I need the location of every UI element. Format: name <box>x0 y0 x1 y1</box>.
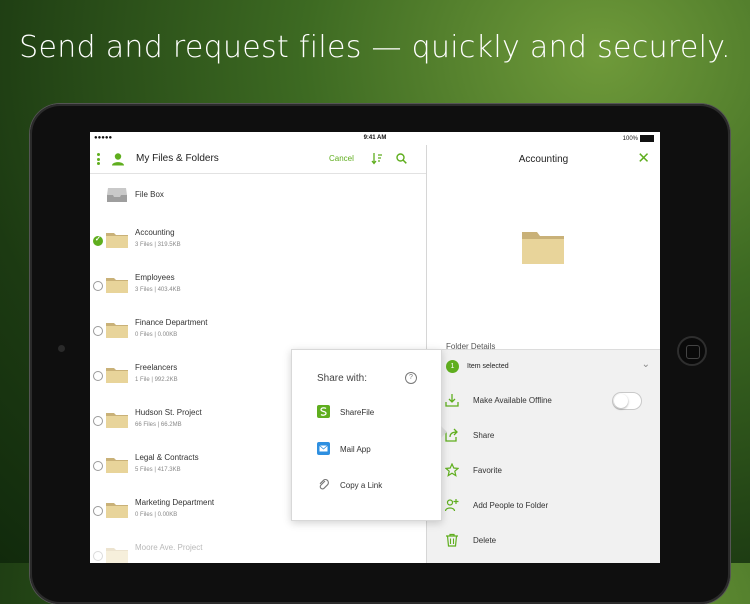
action-label: Add People to Folder <box>473 501 549 510</box>
user-icon[interactable] <box>111 152 125 166</box>
share-option-label: ShareFile <box>340 408 375 417</box>
item-name: File Box <box>135 190 164 199</box>
share-option-mail-app[interactable]: Mail App <box>292 435 441 463</box>
star-icon <box>445 463 459 477</box>
item-meta: 1 File | 992.2KB <box>135 377 178 383</box>
popover-title: Share with: <box>317 373 368 384</box>
action-label: Share <box>473 431 495 440</box>
cancel-button[interactable]: Cancel <box>329 154 354 163</box>
item-name: Finance Department <box>135 318 208 327</box>
item-meta: 0 Files | 0.00KB <box>135 512 178 518</box>
select-checkbox[interactable] <box>93 506 103 516</box>
action-delete[interactable]: Delete <box>427 526 660 556</box>
item-name: Employees <box>135 273 175 282</box>
file-box-icon <box>107 188 127 202</box>
select-checkbox[interactable] <box>93 551 103 561</box>
item-name: Legal & Contracts <box>135 453 199 462</box>
list-item-employees[interactable]: Employees 3 Files | 403.4KB <box>90 262 426 307</box>
close-icon[interactable]: ✕ <box>637 151 650 166</box>
select-checkbox[interactable] <box>93 461 103 471</box>
status-bar: ●●●●● 9:41 AM 100% <box>90 132 660 145</box>
selection-label: Item selected <box>467 363 509 370</box>
share-popover: Share with: ? ShareFile Mail App Copy a … <box>291 349 447 521</box>
sharefile-icon <box>317 405 330 418</box>
item-meta: 66 Files | 66.2MB <box>135 422 182 428</box>
item-meta: 3 Files | 319.5KB <box>135 242 181 248</box>
folder-icon <box>106 503 128 518</box>
more-menu-icon[interactable] <box>97 153 100 165</box>
action-share[interactable]: Share <box>427 421 660 451</box>
battery-indicator: 100% <box>623 135 654 142</box>
action-label: Favorite <box>473 466 502 475</box>
panel-title: My Files & Folders <box>136 153 219 164</box>
chevron-down-icon[interactable]: ⌄ <box>642 359 650 370</box>
share-option-copy-link[interactable]: Copy a Link <box>292 471 441 499</box>
add-person-icon <box>445 499 459 512</box>
selected-checkbox[interactable] <box>93 235 103 246</box>
folder-icon <box>106 233 128 248</box>
detail-title: Accounting <box>518 154 569 165</box>
share-option-label: Copy a Link <box>340 481 383 490</box>
folder-icon <box>106 323 128 338</box>
item-meta: 0 Files | 0.00KB <box>135 332 178 338</box>
share-option-sharefile[interactable]: ShareFile <box>292 398 441 426</box>
item-name: Freelancers <box>135 363 178 372</box>
file-list-toolbar: My Files & Folders Cancel <box>90 145 426 174</box>
item-name: Accounting <box>135 228 175 237</box>
battery-icon <box>640 135 654 142</box>
download-icon <box>445 394 459 407</box>
action-label: Make Available Offline <box>473 396 552 405</box>
help-icon[interactable]: ? <box>405 372 417 384</box>
headline: Send and request files — quickly and sec… <box>19 30 731 65</box>
large-folder-icon <box>522 232 564 264</box>
popover-arrow <box>441 426 447 438</box>
folder-icon <box>106 278 128 293</box>
share-option-label: Mail App <box>340 445 371 454</box>
action-make-offline[interactable]: Make Available Offline <box>427 386 660 416</box>
selection-count-badge: 1 <box>446 360 459 373</box>
select-checkbox[interactable] <box>93 326 103 336</box>
item-name: Hudson St. Project <box>135 408 202 417</box>
item-meta: 3 Files | 403.4KB <box>135 287 181 293</box>
list-item-finance-department[interactable]: Finance Department 0 Files | 0.00KB <box>90 307 426 352</box>
item-name: Marketing Department <box>135 498 215 507</box>
action-favorite[interactable]: Favorite <box>427 456 660 486</box>
folder-icon <box>106 548 128 563</box>
item-meta: 5 Files | 417.3KB <box>135 467 181 473</box>
select-checkbox[interactable] <box>93 371 103 381</box>
list-item-file-box[interactable]: File Box <box>90 172 426 217</box>
list-item-moore-ave-project[interactable]: Moore Ave. Project <box>90 532 426 563</box>
item-name: Moore Ave. Project <box>135 543 203 552</box>
selection-header[interactable]: 1 Item selected ⌄ <box>427 350 660 382</box>
list-item-accounting[interactable]: Accounting 3 Files | 319.5KB <box>90 217 426 262</box>
app-screen: ●●●●● 9:41 AM 100% My Files & Folders Ca… <box>90 132 660 563</box>
status-time: 9:41 AM <box>363 135 387 141</box>
link-icon <box>319 478 329 490</box>
select-checkbox[interactable] <box>93 281 103 291</box>
search-icon[interactable] <box>396 153 407 164</box>
share-icon <box>445 428 458 442</box>
sort-icon[interactable] <box>371 152 383 165</box>
front-camera <box>58 345 65 352</box>
action-label: Delete <box>473 536 497 545</box>
select-checkbox[interactable] <box>93 416 103 426</box>
action-sheet: Folder Details 1 Item selected ⌄ Make Av… <box>427 342 660 563</box>
folder-icon <box>106 458 128 473</box>
folder-icon <box>106 413 128 428</box>
action-add-people[interactable]: Add People to Folder <box>427 491 660 521</box>
trash-icon <box>446 533 458 547</box>
offline-toggle[interactable] <box>612 392 642 410</box>
home-button[interactable] <box>677 336 707 366</box>
detail-panel: Accounting ✕ Folder Details 1 Item selec… <box>427 145 660 563</box>
folder-icon <box>106 368 128 383</box>
mail-icon <box>317 442 330 455</box>
battery-percent: 100% <box>622 136 638 143</box>
